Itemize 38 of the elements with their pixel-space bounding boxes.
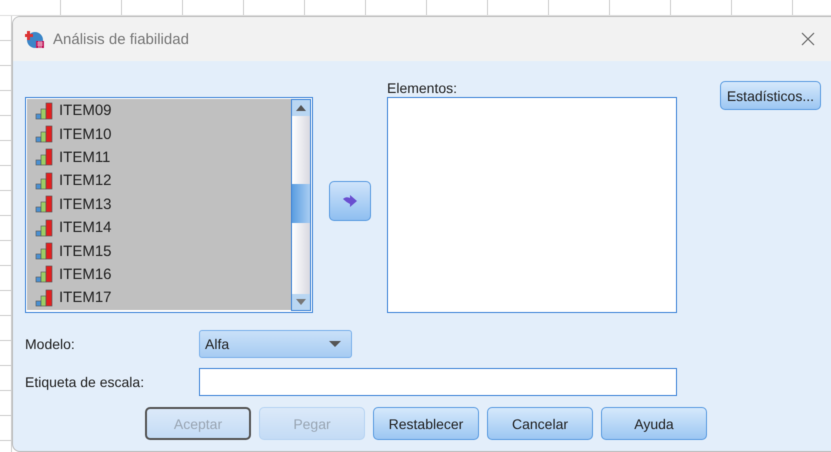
right-arrow-icon [342,194,358,208]
variable-item[interactable]: ITEM10 [27,122,291,146]
variable-item[interactable]: ITEM09 [27,99,291,122]
scale-variable-icon [35,195,53,214]
variable-list[interactable]: ITEM09 ITEM10 ITEM11 ITEM12 ITEM13 ITEM14 ITEM15 ITEM16 ITEM17 [25,97,313,313]
scale-variable-icon [35,288,53,307]
scroll-thumb[interactable] [292,184,310,223]
statistics-button[interactable]: Estadísticos... [720,81,821,110]
variable-item[interactable]: ITEM11 [27,146,291,170]
scroll-down-icon[interactable] [292,294,310,310]
scale-variable-icon [35,172,53,190]
variable-item[interactable]: ITEM15 [27,239,291,263]
scroll-up-icon[interactable] [292,100,310,116]
app-icon [25,29,45,49]
scale-label-label: Etiqueta de escala: [25,374,146,390]
model-dropdown[interactable]: Alfa [199,330,352,358]
variable-item[interactable]: ITEM12 [27,169,291,193]
model-label: Modelo: [25,336,76,352]
move-button[interactable] [329,181,371,221]
scrollbar[interactable] [291,99,311,311]
scale-variable-icon [35,242,53,260]
scale-variable-icon [35,102,53,120]
variable-item[interactable]: ITEM13 [27,192,291,216]
variable-item[interactable]: ITEM17 [27,286,291,310]
scale-label-field[interactable] [199,368,677,396]
dialog-button[interactable]: Cancelar [487,407,593,440]
close-icon[interactable] [801,32,815,46]
dialog-button[interactable]: Ayuda [601,407,707,440]
variable-item[interactable]: ITEM16 [27,262,291,286]
scale-variable-icon [35,125,53,144]
dialog-button[interactable]: Restablecer [373,407,479,440]
window-title: Análisis de fiabilidad [53,30,190,48]
scale-variable-icon [35,148,53,166]
variable-item[interactable]: ITEM14 [27,216,291,240]
elements-label: Elementos: [387,79,458,97]
scale-variable-icon [35,265,53,284]
scale-variable-icon [35,218,53,237]
dropdown-caret-icon [329,341,341,347]
